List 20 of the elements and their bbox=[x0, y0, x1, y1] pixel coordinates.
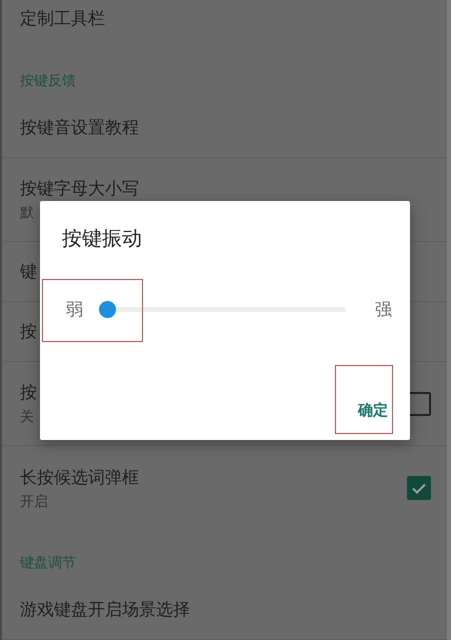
setting-summary: 默 bbox=[20, 204, 34, 222]
setting-title[interactable]: 按键音设置教程 bbox=[20, 116, 139, 139]
setting-title[interactable]: 按 bbox=[20, 381, 37, 404]
dialog-title: 按键振动 bbox=[61, 225, 143, 252]
section-header: 键盘调节 bbox=[20, 554, 76, 572]
min-label: 弱 bbox=[66, 299, 83, 321]
setting-title[interactable]: 定制工具栏 bbox=[20, 6, 105, 30]
setting-title[interactable]: 按 bbox=[20, 320, 37, 343]
setting-title[interactable]: 游戏键盘开启场景选择 bbox=[20, 598, 190, 621]
max-label: 强 bbox=[375, 299, 392, 321]
setting-title[interactable]: 长按候选词弹框 bbox=[20, 466, 139, 488]
annotation-frame bbox=[335, 365, 393, 434]
setting-summary: 开启 bbox=[20, 492, 48, 510]
slider-thumb[interactable] bbox=[99, 300, 116, 318]
confirm-button[interactable]: 确定 bbox=[356, 397, 390, 424]
section-header: 按键反馈 bbox=[20, 72, 76, 90]
checkbox[interactable] bbox=[407, 476, 431, 500]
setting-summary: 关 bbox=[20, 408, 34, 426]
setting-title[interactable]: 按键字母大小写 bbox=[20, 177, 139, 200]
setting-title[interactable]: 键 bbox=[20, 260, 37, 283]
